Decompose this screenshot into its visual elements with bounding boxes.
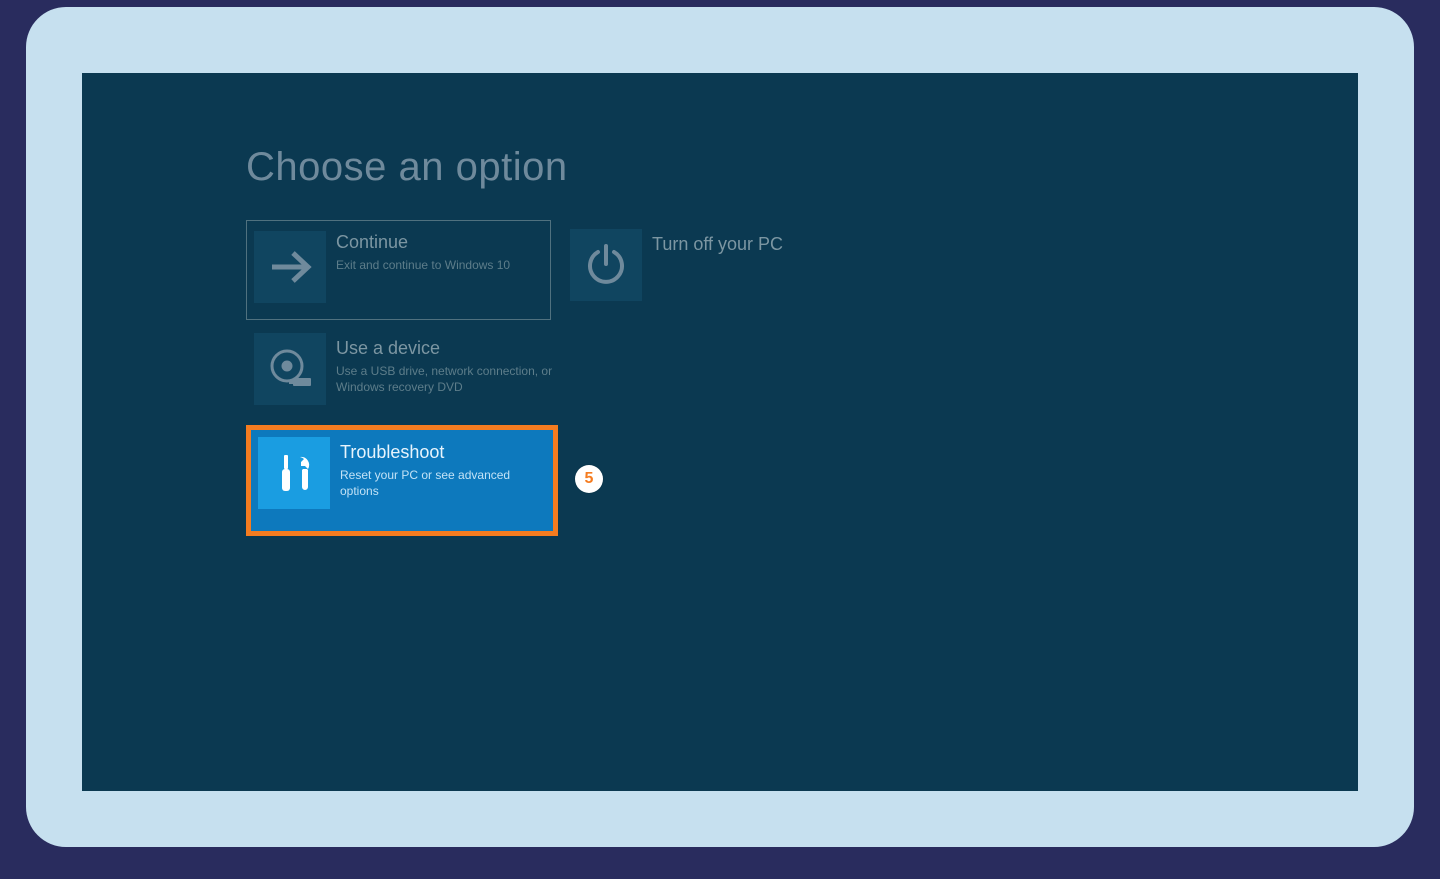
option-turn-off[interactable]: Turn off your PC <box>570 220 875 320</box>
option-troubleshoot[interactable]: Troubleshoot Reset your PC or see advanc… <box>246 425 558 536</box>
option-continue-texts: Continue Exit and continue to Windows 10 <box>326 231 550 273</box>
arrow-right-icon <box>254 231 326 303</box>
option-use-device-desc: Use a USB drive, network connection, or … <box>336 363 553 395</box>
disc-usb-icon <box>254 333 326 405</box>
option-continue-title: Continue <box>336 231 544 254</box>
option-troubleshoot-desc: Reset your PC or see advanced options <box>340 467 540 499</box>
option-turn-off-title: Turn off your PC <box>652 233 869 256</box>
option-use-device-title: Use a device <box>336 337 553 360</box>
step-badge: 5 <box>575 465 603 493</box>
option-troubleshoot-texts: Troubleshoot Reset your PC or see advanc… <box>330 441 546 499</box>
option-use-device[interactable]: Use a device Use a USB drive, network co… <box>254 333 559 409</box>
option-use-device-texts: Use a device Use a USB drive, network co… <box>326 337 559 395</box>
tools-icon <box>258 437 330 509</box>
option-continue-desc: Exit and continue to Windows 10 <box>336 257 544 273</box>
option-troubleshoot-title: Troubleshoot <box>340 441 540 464</box>
outer-panel: Choose an option Continue <box>26 7 1414 847</box>
page-title: Choose an option <box>246 145 568 190</box>
recovery-screen: Choose an option Continue <box>82 73 1358 791</box>
power-icon <box>570 229 642 301</box>
option-continue[interactable]: Continue Exit and continue to Windows 10 <box>246 220 551 320</box>
content-area: Choose an option Continue <box>246 145 568 220</box>
option-turn-off-texts: Turn off your PC <box>642 233 875 256</box>
